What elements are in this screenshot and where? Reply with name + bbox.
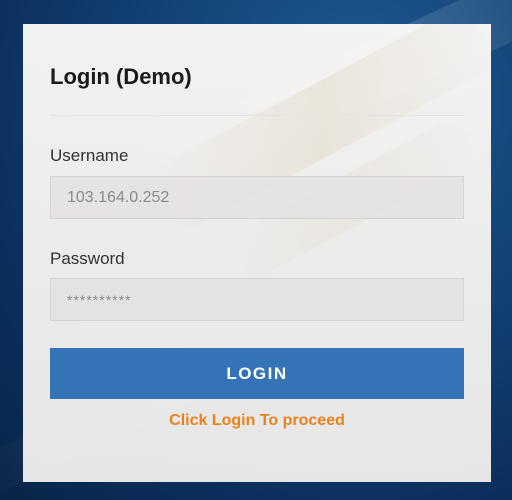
proceed-hint-text: Click Login To proceed [169,412,345,429]
username-field[interactable] [50,176,464,219]
title-divider [50,115,464,116]
password-field[interactable] [50,278,464,321]
page-title: Login (Demo) [50,64,192,89]
login-button[interactable]: LOGIN [50,348,464,399]
login-card: Login (Demo) Username Password LOGIN Cli… [23,24,491,482]
password-label: Password [50,249,125,268]
username-label: Username [50,146,129,165]
